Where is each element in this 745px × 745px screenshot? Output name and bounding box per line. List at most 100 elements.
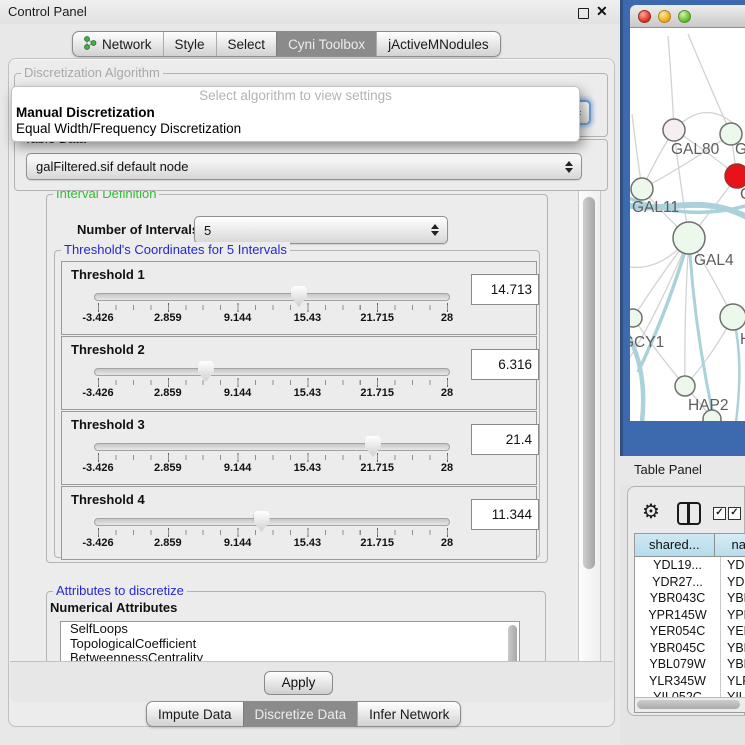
cyni-toolbox-panel: Discretization Algorithm Select algorith… xyxy=(8,58,615,727)
dropdown-item-manual-discretization[interactable]: Manual Discretization xyxy=(12,105,579,121)
table-horizontal-scrollbar-thumb[interactable] xyxy=(637,700,740,709)
table-header-row: shared... na xyxy=(635,534,745,557)
table-row[interactable]: YBR043CYBR0 xyxy=(635,590,745,607)
table-panel-window: ⚙ ✓ ✓ shared... na YDL19...YDL1 YDR27...… xyxy=(627,486,745,716)
slider-track[interactable] xyxy=(94,368,450,376)
tick-label: 21.715 xyxy=(360,537,394,549)
interval-definition-group-title: Interval Definition xyxy=(53,191,159,202)
table-row[interactable]: YBR045CYBR0 xyxy=(635,640,745,657)
float-window-icon[interactable] xyxy=(578,8,589,19)
dropdown-placeholder: Select algorithm to view settings xyxy=(12,87,579,105)
list-item-selfloops[interactable]: SelfLoops xyxy=(61,622,519,637)
column-header-name[interactable]: na xyxy=(715,534,745,556)
table-row[interactable]: YPR145WYPR1 xyxy=(635,607,745,624)
table-row[interactable]: YDR27...YDR2 xyxy=(635,574,745,591)
tick-label: 2.859 xyxy=(154,462,182,474)
node-label-partial: GA xyxy=(735,141,745,158)
slider-track[interactable] xyxy=(94,443,450,451)
node-label-partial: H xyxy=(740,331,745,348)
attributes-list-scrollbar[interactable] xyxy=(508,625,517,661)
tab-style[interactable]: Style xyxy=(163,32,216,56)
network-node-gal11[interactable] xyxy=(631,178,653,200)
table-row[interactable]: YLR345WYLR3 xyxy=(635,673,745,690)
settings-scrollbar-thumb[interactable] xyxy=(583,197,595,569)
checkbox-icon[interactable]: ✓ xyxy=(728,507,741,520)
threshold-2-value-field[interactable]: 6.316 xyxy=(471,349,539,380)
node-label-gal80: GAL80 xyxy=(671,141,720,158)
network-node-gcy1[interactable] xyxy=(630,309,642,327)
tick-label: 9.144 xyxy=(224,387,252,399)
tick-label: 28 xyxy=(441,387,453,399)
list-item-topologicalcoefficient[interactable]: TopologicalCoefficient xyxy=(61,637,519,652)
tick-label: 21.715 xyxy=(360,462,394,474)
toolbox-tabs: Network Style Select Cyni Toolbox jActiv… xyxy=(72,31,501,57)
tab-cyni-toolbox-label: Cyni Toolbox xyxy=(288,37,365,52)
table-data-select[interactable]: galFiltered.sif default node xyxy=(26,153,582,180)
tick-label: 15.43 xyxy=(294,462,322,474)
close-icon[interactable]: ✕ xyxy=(596,3,608,20)
slider-track[interactable] xyxy=(94,293,450,301)
network-graph: GAL80 GA C GAL11 GAL4 GCY1 H HAP2 xyxy=(630,28,745,421)
table-panel-header: Table Panel xyxy=(620,456,745,485)
node-label-gal4: GAL4 xyxy=(694,252,734,269)
network-node-hap2[interactable] xyxy=(675,376,695,396)
network-window-titlebar[interactable] xyxy=(630,5,745,28)
table-row[interactable]: YER054CYER0 xyxy=(635,623,745,640)
tab-infer-network-label: Infer Network xyxy=(369,707,449,722)
tick-label: 2.859 xyxy=(154,537,182,549)
tab-jactivemnodules[interactable]: jActiveMNodules xyxy=(376,32,500,56)
threshold-1-value-field[interactable]: 14.713 xyxy=(471,274,539,305)
zoom-traffic-light[interactable] xyxy=(678,10,691,23)
network-node-gal4[interactable] xyxy=(673,222,705,254)
number-of-intervals-value: 5 xyxy=(195,223,426,238)
apply-button[interactable]: Apply xyxy=(264,671,333,695)
control-panel-title: Control Panel xyxy=(8,4,87,19)
threshold-3-value-field[interactable]: 21.4 xyxy=(471,424,539,455)
table-data-selected-value: galFiltered.sif default node xyxy=(27,159,560,174)
checkbox-icon[interactable]: ✓ xyxy=(713,507,726,520)
threshold-3-panel: Threshold 3 -3.4262.8599.14415.4321.7152… xyxy=(61,411,537,485)
discretization-algorithm-group-title: Discretization Algorithm xyxy=(21,65,163,81)
tab-cyni-toolbox[interactable]: Cyni Toolbox xyxy=(276,32,376,56)
threshold-4-value-field[interactable]: 11.344 xyxy=(471,499,539,530)
table-panel-title: Table Panel xyxy=(634,462,702,477)
table-row[interactable]: YDL19...YDL1 xyxy=(635,557,745,574)
tab-discretize-data[interactable]: Discretize Data xyxy=(243,702,358,726)
dropdown-item-equal-width-frequency[interactable]: Equal Width/Frequency Discretization xyxy=(12,121,579,137)
close-traffic-light[interactable] xyxy=(638,10,651,23)
tick-label: 15.43 xyxy=(294,387,322,399)
number-of-intervals-label: Number of Intervals xyxy=(77,222,199,237)
tab-network-label: Network xyxy=(102,37,152,52)
tick-label: 2.859 xyxy=(154,312,182,324)
tab-select-label: Select xyxy=(228,37,266,52)
network-node-gal80[interactable] xyxy=(663,119,685,141)
node-attribute-table: shared... na YDL19...YDL1 YDR27...YDR2 Y… xyxy=(634,533,745,713)
network-view-canvas[interactable]: GAL80 GA C GAL11 GAL4 GCY1 H HAP2 xyxy=(630,28,745,421)
tab-impute-data[interactable]: Impute Data xyxy=(147,702,243,726)
gear-icon[interactable]: ⚙ xyxy=(642,499,660,524)
slider-track[interactable] xyxy=(94,518,450,526)
network-node-selected-red[interactable] xyxy=(725,164,745,188)
node-label-gcy1: GCY1 xyxy=(630,334,664,351)
table-row[interactable]: YBL079WYBL0 xyxy=(635,656,745,673)
tab-infer-network[interactable]: Infer Network xyxy=(357,702,460,726)
network-icon xyxy=(84,36,97,53)
tab-network[interactable]: Network xyxy=(73,32,163,56)
column-header-shared-name[interactable]: shared... xyxy=(635,534,715,556)
cyni-mode-tabs: Impute Data Discretize Data Infer Networ… xyxy=(146,701,461,727)
settings-scrollbar[interactable] xyxy=(578,191,601,661)
table-horizontal-scrollbar[interactable] xyxy=(635,697,745,712)
thresholds-group: Threshold's Coordinates for 5 Intervals … xyxy=(54,250,540,558)
right-region: GAL80 GA C GAL11 GAL4 GCY1 H HAP2 Table … xyxy=(620,0,745,745)
split-view-icon[interactable] xyxy=(677,502,701,525)
app-background: GAL80 GA C GAL11 GAL4 GCY1 H HAP2 xyxy=(620,0,745,456)
number-of-intervals-select[interactable]: 5 xyxy=(194,216,448,244)
threshold-4-panel: Threshold 4 -3.4262.8599.14415.4321.7152… xyxy=(61,486,537,560)
slider-scale: -3.4262.8599.14415.4321.71528 xyxy=(94,462,450,476)
minimize-traffic-light[interactable] xyxy=(658,10,671,23)
interval-definition-group: Interval Definition Number of Intervals … xyxy=(46,194,548,563)
network-node[interactable] xyxy=(720,304,745,330)
tab-jactivemnodules-label: jActiveMNodules xyxy=(388,37,489,52)
list-item-betweennesscentrality[interactable]: BetweennessCentrality xyxy=(61,651,519,661)
tab-select[interactable]: Select xyxy=(216,32,277,56)
